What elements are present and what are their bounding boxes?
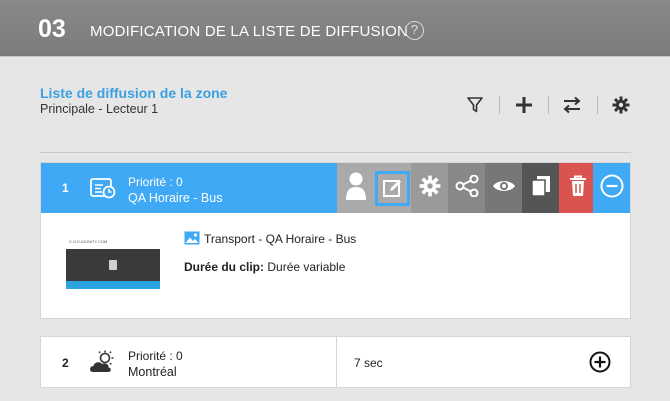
playlist-item-header[interactable]: 1 Priorité : 0 QA Horaire - Bus: [41, 163, 630, 213]
preview-button[interactable]: [485, 163, 522, 213]
toolbar-separator: [597, 96, 598, 114]
item-index: 1: [62, 181, 69, 195]
duration-value: Durée variable: [267, 260, 346, 274]
playlist-item[interactable]: 1 Priorité : 0 QA Horaire - Bus C.O.E.DI…: [40, 162, 631, 319]
clip-duration: Durée du clip: Durée variable: [184, 260, 345, 274]
schedule-icon: [90, 176, 116, 205]
toolbar-separator: [548, 96, 549, 114]
plus-icon[interactable]: [512, 93, 536, 117]
step-number: 03: [38, 15, 66, 43]
item-index: 2: [62, 356, 69, 370]
zone-subtitle: Principale - Lecteur 1: [40, 102, 159, 116]
column-separator: [336, 337, 337, 387]
section-divider: [40, 152, 631, 153]
filter-icon[interactable]: [463, 93, 487, 117]
user-button[interactable]: [337, 163, 374, 213]
item-priority: Priorité : 0: [128, 349, 183, 363]
swap-icon[interactable]: [560, 93, 584, 117]
item-duration: 7 sec: [354, 356, 383, 370]
eye-icon: [492, 178, 516, 199]
playlist-item[interactable]: 2 Priorité : 0 Montréal 7 sec: [40, 336, 631, 388]
page-title: MODIFICATION DE LA LISTE DE DIFFUSION: [90, 23, 408, 40]
copy-icon: [530, 175, 551, 202]
toolbar-separator: [499, 96, 500, 114]
help-icon[interactable]: ?: [405, 21, 424, 40]
trash-icon: [569, 175, 587, 202]
copy-button[interactable]: [522, 163, 559, 213]
share-button[interactable]: [448, 163, 485, 213]
edit-icon: [375, 170, 410, 206]
zone-title: Liste de diffusion de la zone: [40, 85, 228, 101]
clip-thumbnail: C.O.E.DIGNITY.COM: [66, 237, 160, 293]
step-header: 03 MODIFICATION DE LA LISTE DE DIFFUSION…: [0, 0, 670, 57]
delete-button[interactable]: [559, 163, 596, 213]
item-name: QA Horaire - Bus: [128, 191, 223, 205]
gear-icon: [419, 175, 441, 202]
plus-circle-icon[interactable]: [589, 351, 611, 378]
collapse-button[interactable]: [593, 163, 630, 213]
minus-circle-icon: [600, 174, 624, 203]
duration-label: Durée du clip:: [184, 260, 265, 274]
thumbnail-brand: C.O.E.DIGNITY.COM: [69, 239, 108, 244]
item-priority: Priorité : 0: [128, 175, 183, 189]
edit-button[interactable]: [374, 163, 411, 213]
user-icon: [345, 171, 367, 206]
share-icon: [455, 174, 479, 202]
settings-button[interactable]: [411, 163, 448, 213]
clip-name: Transport - QA Horaire - Bus: [204, 232, 357, 246]
gear-icon[interactable]: [609, 93, 633, 117]
item-name: Montréal: [128, 365, 177, 379]
weather-icon: [89, 350, 117, 379]
image-icon: [184, 231, 200, 250]
